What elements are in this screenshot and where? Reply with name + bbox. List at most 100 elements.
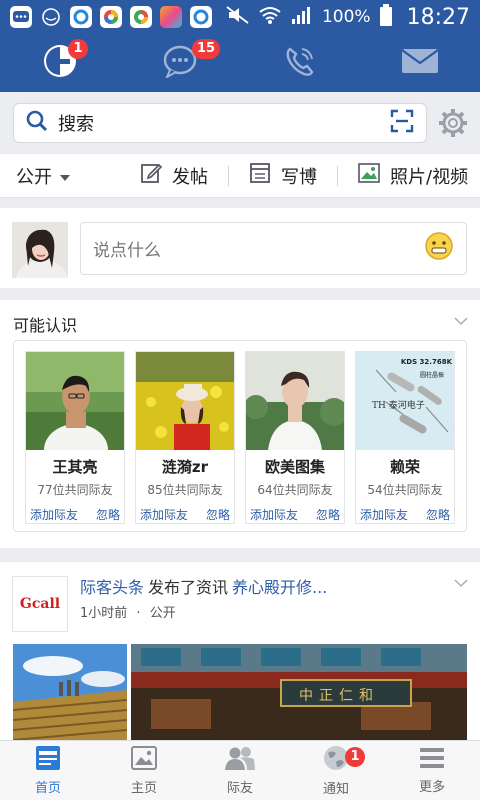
sms-icon bbox=[10, 6, 32, 28]
status-placeholder: 说点什么 bbox=[93, 241, 161, 261]
chevron-down-icon[interactable] bbox=[454, 574, 468, 593]
app-icon-colorful-2 bbox=[130, 6, 152, 28]
ignore-button[interactable]: 忽略 bbox=[206, 506, 230, 523]
source-logo[interactable]: Gcall bbox=[12, 576, 68, 632]
person-photo bbox=[26, 352, 124, 450]
avatar[interactable] bbox=[12, 222, 68, 278]
section-title: 可能认识 bbox=[13, 316, 78, 335]
tab-calls[interactable] bbox=[240, 34, 360, 92]
nav-more[interactable]: 更多 bbox=[384, 741, 480, 800]
smiley-emoji-icon[interactable] bbox=[424, 231, 454, 266]
nav-label: 主页 bbox=[130, 781, 157, 796]
app-icon-q bbox=[70, 6, 92, 28]
suggestion-carousel: 王其亮 77位共同际友 添加际友 忽略 涟漪zr 85位共同际友 添加际友 忽略 bbox=[13, 340, 467, 532]
add-friend-button[interactable]: 添加际友 bbox=[30, 506, 78, 523]
blog-label: 写博 bbox=[281, 166, 317, 188]
suggestion-card[interactable]: 王其亮 77位共同际友 添加际友 忽略 bbox=[25, 351, 125, 524]
crystal-brand-text: TH 泰河电子 bbox=[372, 401, 425, 411]
nav-home[interactable]: 首页 bbox=[0, 741, 96, 800]
ignore-button[interactable]: 忽略 bbox=[96, 506, 120, 523]
signal-icon bbox=[290, 5, 314, 30]
post-time: 1小时前 bbox=[80, 606, 128, 621]
nav-label: 首页 bbox=[34, 781, 61, 796]
chevron-down-icon[interactable] bbox=[454, 312, 468, 331]
crystal-spec-text: KDS 32.768K bbox=[400, 358, 452, 366]
tab-messages[interactable]: 15 bbox=[120, 34, 240, 92]
post-title-link[interactable]: 养心殿开修... bbox=[232, 578, 327, 597]
image-icon bbox=[358, 162, 380, 189]
nav-label: 更多 bbox=[418, 780, 445, 795]
post-image[interactable]: 中正仁和 bbox=[131, 644, 467, 740]
divider bbox=[228, 165, 229, 186]
tab-home[interactable]: 1 bbox=[0, 34, 120, 92]
nav-profile[interactable]: 主页 bbox=[96, 741, 192, 800]
search-row: 搜索 bbox=[0, 92, 480, 154]
messages-badge: 15 bbox=[192, 39, 221, 59]
blog-button[interactable]: 写博 bbox=[249, 162, 317, 189]
add-friend-button[interactable]: 添加际友 bbox=[250, 506, 298, 523]
friends-icon bbox=[224, 745, 256, 775]
person-photo: KDS 32.768K 圆柱晶振 TH 泰河电子 bbox=[356, 352, 454, 450]
clock: 18:27 bbox=[406, 4, 470, 30]
notifications-badge: 1 bbox=[345, 747, 365, 767]
mail-icon bbox=[401, 47, 439, 79]
mutual-friends-count: 54位共同际友 bbox=[367, 483, 443, 497]
person-name: 王其亮 bbox=[52, 458, 98, 476]
post-button[interactable]: 发帖 bbox=[140, 162, 208, 189]
photo-video-label: 照片/视频 bbox=[390, 166, 469, 188]
face-icon bbox=[40, 6, 62, 28]
mutual-friends-count: 64位共同际友 bbox=[257, 483, 333, 497]
wifi-icon bbox=[258, 5, 282, 30]
people-you-may-know: 可能认识 王其亮 77位共同际友 添加际友 忽略 涟漪zr 85位共同际友 添加… bbox=[0, 300, 480, 548]
battery-icon bbox=[379, 3, 393, 31]
suggestion-card[interactable]: KDS 32.768K 圆柱晶振 TH 泰河电子 赖荣 54位共同际友 添加际友… bbox=[355, 351, 455, 524]
home-feed-icon bbox=[35, 745, 61, 775]
top-nav: 1 15 bbox=[0, 34, 480, 92]
photo-video-button[interactable]: 照片/视频 bbox=[358, 162, 468, 189]
plaque-text: 中正仁和 bbox=[299, 688, 379, 704]
ignore-button[interactable]: 忽略 bbox=[316, 506, 340, 523]
scan-icon[interactable] bbox=[390, 109, 414, 137]
suggestion-card[interactable]: 涟漪zr 85位共同际友 添加际友 忽略 bbox=[135, 351, 235, 524]
tab-mail[interactable] bbox=[360, 34, 480, 92]
post-source-link[interactable]: 际客头条 bbox=[80, 578, 144, 597]
visibility-dropdown[interactable]: 公开 bbox=[16, 163, 70, 189]
person-photo bbox=[136, 352, 234, 450]
settings-gear-icon[interactable] bbox=[438, 108, 468, 142]
nav-friends[interactable]: 际友 bbox=[192, 741, 288, 800]
post-action-text: 发布了资讯 bbox=[148, 578, 229, 597]
mutual-friends-count: 85位共同际友 bbox=[147, 483, 223, 497]
search-icon bbox=[26, 110, 48, 136]
caret-down-icon bbox=[60, 165, 70, 186]
home-badge: 1 bbox=[68, 39, 88, 59]
visibility-label: 公开 bbox=[16, 166, 52, 188]
picture-icon bbox=[131, 745, 157, 775]
search-placeholder: 搜索 bbox=[58, 114, 94, 135]
person-name: 涟漪zr bbox=[161, 458, 209, 476]
app-icon-q-2 bbox=[190, 6, 212, 28]
status-input[interactable]: 说点什么 bbox=[80, 222, 467, 275]
add-friend-button[interactable]: 添加际友 bbox=[360, 506, 408, 523]
phone-icon bbox=[282, 43, 318, 83]
suggestion-card[interactable]: 欧美图集 64位共同际友 添加际友 忽略 bbox=[245, 351, 345, 524]
status-composer: 说点什么 bbox=[0, 208, 480, 288]
person-photo bbox=[246, 352, 344, 450]
app-icon-colorful-1 bbox=[100, 6, 122, 28]
status-bar: 100% 18:27 bbox=[0, 0, 480, 34]
bottom-nav: 首页 主页 际友 1 通知 更多 bbox=[0, 740, 480, 800]
post-visibility: 公开 bbox=[149, 606, 176, 621]
crystal-type-text: 圆柱晶振 bbox=[419, 372, 444, 379]
ignore-button[interactable]: 忽略 bbox=[426, 506, 450, 523]
divider bbox=[337, 165, 338, 186]
mute-icon bbox=[226, 5, 250, 30]
person-name: 赖荣 bbox=[389, 458, 420, 476]
post-image[interactable] bbox=[13, 644, 127, 740]
logo-text: Gcall bbox=[19, 596, 61, 612]
add-friend-button[interactable]: 添加际友 bbox=[140, 506, 188, 523]
feed-post: Gcall 际客头条 发布了资讯 养心殿开修... 1小时前 · 公开 中正仁和 bbox=[0, 562, 480, 740]
edit-icon bbox=[140, 162, 163, 189]
menu-icon bbox=[419, 746, 445, 774]
search-input[interactable]: 搜索 bbox=[13, 103, 427, 143]
notebook-icon bbox=[249, 162, 271, 189]
nav-notifications[interactable]: 1 通知 bbox=[288, 741, 384, 800]
